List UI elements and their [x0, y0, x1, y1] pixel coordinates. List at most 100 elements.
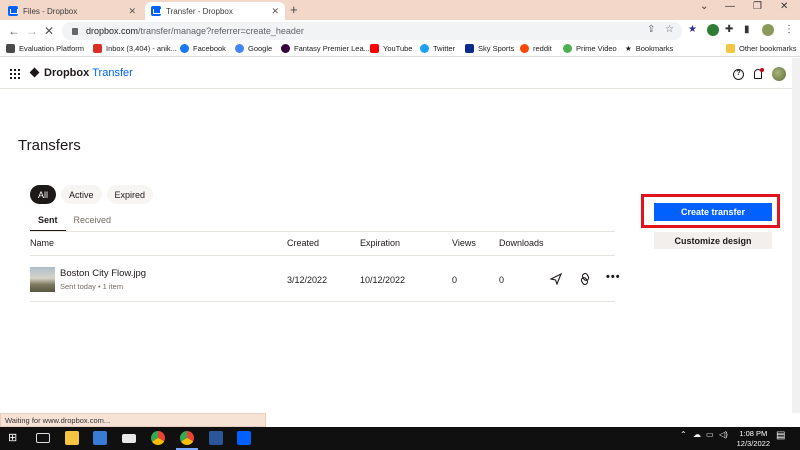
create-transfer-button[interactable]: Create transfer: [654, 203, 772, 221]
store-icon[interactable]: [93, 431, 107, 445]
tray-chevron-icon[interactable]: ⌃: [680, 430, 687, 439]
gmail-icon: [93, 44, 102, 53]
restore-icon[interactable]: ❐: [753, 1, 762, 12]
dropbox-logo[interactable]: Dropbox Transfer: [30, 67, 133, 79]
address-bar[interactable]: dropbox.com/transfer/manage?referrer=cre…: [62, 22, 682, 40]
app-grid-icon[interactable]: [10, 69, 20, 79]
extension-icon[interactable]: [707, 24, 719, 36]
bookmark-item[interactable]: Twitter: [420, 44, 455, 53]
primevideo-icon: [563, 44, 572, 53]
folder-icon: [726, 44, 735, 53]
bookmark-item[interactable]: Google: [235, 44, 272, 53]
extension-star-icon[interactable]: ★: [688, 24, 697, 35]
customize-design-button[interactable]: Customize design: [654, 232, 772, 249]
notifications-icon[interactable]: ▤: [776, 430, 785, 441]
file-meta: Sent today • 1 item: [60, 282, 124, 291]
twitter-icon: [420, 44, 429, 53]
star-icon: ★: [625, 44, 632, 53]
extensions-puzzle-icon[interactable]: ✚: [725, 24, 733, 35]
back-icon[interactable]: ←: [8, 24, 20, 38]
system-clock[interactable]: 1:08 PM 12/3/2022: [737, 429, 770, 449]
close-loading-icon[interactable]: ✕: [44, 24, 54, 38]
close-tab-icon[interactable]: ✕: [128, 6, 136, 17]
task-view-icon[interactable]: [36, 433, 50, 443]
share-icon[interactable]: ⇪: [647, 24, 655, 35]
bookmark-item[interactable]: Facebook: [180, 44, 226, 53]
google-icon: [235, 44, 244, 53]
avatar[interactable]: [772, 67, 786, 81]
volume-icon[interactable]: ◁): [719, 430, 728, 439]
browser-tab-transfer[interactable]: Transfer - Dropbox ✕: [145, 2, 285, 20]
dropbox-logo-icon: [30, 68, 40, 78]
tab-search-icon[interactable]: ⌄: [700, 1, 708, 12]
expiration-date: 10/12/2022: [360, 275, 406, 285]
menu-icon[interactable]: ⋮: [784, 24, 794, 35]
dropbox-favicon-icon: [151, 6, 161, 16]
profile-avatar[interactable]: [762, 24, 774, 36]
tab-sent[interactable]: Sent: [30, 213, 66, 232]
clock-date: 12/3/2022: [736, 439, 770, 448]
copy-link-icon[interactable]: [579, 273, 591, 288]
forward-icon[interactable]: →: [26, 24, 38, 38]
other-bookmarks[interactable]: Other bookmarks: [726, 44, 797, 53]
browser-toolbar: ← → ✕ dropbox.com/transfer/manage?referr…: [0, 20, 800, 42]
column-created[interactable]: Created: [287, 238, 319, 248]
side-panel-icon[interactable]: ▮: [744, 24, 750, 35]
notification-bell-icon[interactable]: [753, 67, 764, 80]
tab-title: Transfer - Dropbox: [166, 6, 233, 16]
url-path: /transfer/manage?referrer=create_header: [138, 26, 304, 36]
downloads-count: 0: [499, 275, 505, 285]
app-header: Dropbox Transfer ?: [0, 58, 800, 89]
column-downloads[interactable]: Downloads: [499, 238, 544, 248]
more-options-icon[interactable]: •••: [606, 271, 621, 283]
new-tab-button[interactable]: +: [290, 2, 298, 17]
page-title: Transfers: [18, 137, 81, 154]
column-views[interactable]: Views: [452, 238, 476, 248]
filter-active[interactable]: Active: [61, 185, 102, 204]
bookmark-item[interactable]: ★ Bookmarks: [625, 44, 673, 53]
battery-icon[interactable]: ▭: [706, 430, 714, 439]
table-header: Name Created Expiration Views Downloads: [30, 238, 615, 254]
bookmark-item[interactable]: Inbox (3,404) - anik...: [93, 44, 177, 53]
bookmark-item[interactable]: Prime Video: [563, 44, 617, 53]
bookmark-star-icon[interactable]: ☆: [665, 24, 674, 35]
send-icon[interactable]: [549, 272, 563, 288]
bookmark-item[interactable]: Fantasy Premier Lea...: [281, 44, 370, 53]
bookmark-item[interactable]: YouTube: [370, 44, 412, 53]
browser-tab-files[interactable]: Files - Dropbox ✕: [2, 2, 142, 20]
chrome-icon[interactable]: [151, 431, 165, 445]
windows-start-icon[interactable]: ⊞: [8, 431, 22, 445]
reddit-icon: [520, 44, 529, 53]
dropbox-icon[interactable]: [237, 431, 251, 445]
browser-tab-strip: Files - Dropbox ✕ Transfer - Dropbox ✕ +…: [0, 0, 800, 20]
close-tab-icon[interactable]: ✕: [271, 6, 279, 17]
column-name[interactable]: Name: [30, 238, 54, 248]
url-host: dropbox.com: [86, 26, 139, 36]
product-name: Transfer: [92, 67, 133, 79]
scrollbar[interactable]: [792, 58, 800, 413]
file-thumbnail: [30, 267, 55, 292]
bookmark-item[interactable]: Evaluation Platform: [6, 44, 84, 53]
tab-received[interactable]: Received: [66, 213, 120, 232]
column-expiration[interactable]: Expiration: [360, 238, 400, 248]
filter-all[interactable]: All: [30, 185, 57, 204]
eval-icon: [6, 44, 15, 53]
chrome-icon[interactable]: [180, 431, 194, 445]
word-icon[interactable]: [209, 431, 223, 445]
close-window-icon[interactable]: ✕: [780, 1, 788, 12]
network-icon[interactable]: ☁: [693, 430, 701, 439]
youtube-icon: [370, 44, 379, 53]
views-count: 0: [452, 275, 458, 285]
filter-expired[interactable]: Expired: [106, 185, 154, 204]
bookmark-item[interactable]: reddit: [520, 44, 552, 53]
help-icon[interactable]: ?: [733, 68, 744, 80]
bookmark-item[interactable]: Sky Sports: [465, 44, 514, 53]
file-explorer-icon[interactable]: [65, 431, 79, 445]
file-name[interactable]: Boston City Flow.jpg: [60, 268, 146, 279]
facebook-icon: [180, 44, 189, 53]
clock-time: 1:08 PM: [739, 429, 768, 438]
table-row[interactable]: Boston City Flow.jpg Sent today • 1 item…: [30, 256, 620, 302]
minimize-icon[interactable]: —: [725, 1, 735, 12]
mail-icon[interactable]: [122, 434, 136, 443]
divider: [30, 231, 615, 232]
